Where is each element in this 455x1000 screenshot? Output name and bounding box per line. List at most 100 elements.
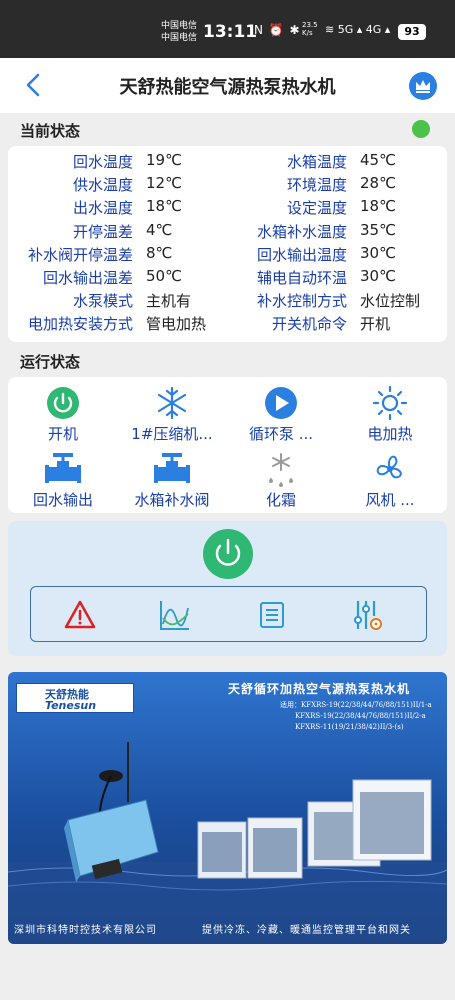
run-status-label: 风机 ... [365, 491, 415, 509]
param-label: 回水输出温差 [42, 269, 133, 287]
tool-bar [30, 586, 427, 642]
run-status-item[interactable]: 1#压缩机... [120, 385, 224, 444]
param-value: 主机有 [146, 292, 192, 311]
param-row: 补水阀开停温差 8℃ 回水输出温度 30℃ [8, 244, 447, 267]
param-row: 出水温度 18℃ 设定温度 18℃ [8, 197, 447, 220]
brand-name-en: Tenesun [45, 699, 97, 712]
power-icon [215, 538, 241, 566]
snowflake-icon [157, 386, 187, 420]
run-status-label: 开机 [47, 425, 78, 443]
param-value: 45℃ [360, 151, 396, 169]
param-value: 开机 [360, 315, 391, 334]
alarm-icon [64, 600, 96, 629]
run-status-label: 水箱补水阀 [134, 491, 210, 509]
param-value: 30℃ [360, 243, 396, 262]
power-button[interactable] [203, 529, 253, 579]
param-value: 28℃ [360, 174, 396, 193]
run-status-label: 化霜 [265, 491, 296, 509]
param-label: 电加热安装方式 [27, 315, 133, 334]
settings-button[interactable] [351, 598, 385, 632]
brand-logo: 天舒热能 Tenesun [16, 683, 134, 713]
list-icon [260, 602, 284, 628]
param-label: 环境温度 [286, 176, 347, 195]
signal-icons: ≋ 5G ▴ 4G ▴ [325, 23, 391, 36]
param-value: 18℃ [360, 197, 396, 216]
param-label: 水泵模式 [72, 292, 133, 311]
param-label: 水箱补水温度 [256, 222, 347, 241]
fan-icon [376, 455, 402, 479]
page-title: 天舒热能空气源热泵热水机 [119, 77, 336, 98]
run-status-item[interactable]: 风机 ... [338, 451, 442, 510]
param-label: 开停温差 [72, 222, 133, 241]
param-value: 18℃ [146, 197, 182, 216]
param-row: 电加热安装方式 管电加热 开关机命令 开机 [8, 313, 447, 336]
app-header: 天舒热能空气源热泵热水机 [0, 58, 455, 113]
param-label: 辅电自动环温 [256, 269, 347, 287]
run-status-label: 循环泵 ... [248, 425, 314, 443]
status-icons: N ⏰ ✱ [254, 23, 301, 37]
param-label: 开关机命令 [271, 315, 347, 334]
param-value: 30℃ [360, 267, 396, 285]
param-label: 补水控制方式 [256, 292, 347, 311]
current-status-heading: 当前状态 [20, 122, 81, 140]
clock: 13:11 [203, 22, 258, 42]
carrier-labels: 中国电信 中国电信 [161, 20, 197, 44]
crown-icon [416, 80, 430, 93]
run-status-item[interactable]: 开机 [11, 385, 115, 444]
run-status-label: 回水输出 [32, 491, 93, 509]
banner-models: 适用：KFXRS-19(22/38/44/76/88/151)II/1-a KF… [280, 701, 432, 731]
param-row: 回水输出温差 50℃ 辅电自动环温 30℃ [8, 267, 447, 290]
param-row: 回水温度 19℃ 水箱温度 45℃ [8, 151, 447, 174]
param-label: 补水阀开停温差 [27, 245, 133, 264]
play-circle-icon [265, 387, 297, 419]
run-status-item[interactable]: 循环泵 ... [229, 385, 333, 444]
param-label: 回水温度 [72, 153, 133, 171]
carrier-1: 中国电信 [161, 21, 198, 31]
param-label: 供水温度 [72, 176, 133, 195]
param-value: 4℃ [146, 220, 173, 239]
param-label: 设定温度 [286, 199, 347, 218]
valve-icon [45, 453, 81, 483]
run-status-item[interactable]: 化霜 [229, 451, 333, 510]
run-status-label: 1#压缩机... [131, 425, 213, 443]
online-status-indicator [412, 120, 430, 138]
carrier-2: 中国电信 [161, 33, 198, 43]
service-slogan: 提供冷冻、冷藏、暖通监控管理平台和网关 [202, 925, 411, 936]
run-status-item[interactable]: 回水输出 [11, 451, 115, 510]
param-value: 管电加热 [146, 315, 207, 334]
settings-sliders-icon [354, 601, 382, 630]
param-value: 8℃ [146, 243, 173, 262]
sun-icon [372, 385, 408, 421]
param-row: 水泵模式 主机有 补水控制方式 水位控制 [8, 290, 447, 313]
param-row: 供水温度 12℃ 环境温度 28℃ [8, 174, 447, 197]
run-status-label: 电加热 [367, 425, 413, 443]
product-banner: 天舒热能 Tenesun 天舒循环加热空气源热泵热水机 适用：KFXRS-19(… [8, 672, 447, 944]
valve-icon [154, 453, 190, 483]
network-speed: 23.5 K/s [302, 21, 318, 37]
param-label: 水箱温度 [286, 153, 347, 171]
power-on-icon [47, 387, 79, 419]
alarm-button[interactable] [63, 598, 97, 632]
run-status-item[interactable]: 电加热 [338, 385, 442, 444]
param-row: 开停温差 4℃ 水箱补水温度 35℃ [8, 221, 447, 244]
curve-chart-icon [160, 601, 189, 630]
curve-chart-button[interactable] [158, 598, 192, 632]
param-value: 35℃ [360, 220, 396, 239]
vip-crown-button[interactable] [409, 72, 437, 100]
system-status-bar: 中国电信 中国电信 13:11 N ⏰ ✱ 23.5 K/s ≋ 5G ▴ 4G… [0, 0, 455, 58]
run-status-heading: 运行状态 [20, 353, 81, 371]
banner-title: 天舒循环加热空气源热泵热水机 [228, 682, 411, 696]
param-value: 19℃ [146, 151, 182, 169]
battery-icon: 93 [398, 24, 426, 40]
param-value: 水位控制 [360, 292, 421, 311]
param-value: 50℃ [146, 267, 182, 285]
run-status-item[interactable]: 水箱补水阀 [120, 451, 224, 510]
control-panel [8, 521, 447, 656]
company-name: 深圳市科特时控技术有限公司 [14, 925, 157, 936]
defrost-icon [269, 453, 293, 487]
param-label: 回水输出温度 [256, 245, 347, 264]
run-status-card: 开机 1#压缩机... 循环泵 ... 电加热回水输出 水箱补水阀 化霜 风机 ... [8, 377, 447, 513]
param-label: 出水温度 [72, 199, 133, 218]
param-value: 12℃ [146, 174, 182, 193]
list-button[interactable] [255, 598, 289, 632]
